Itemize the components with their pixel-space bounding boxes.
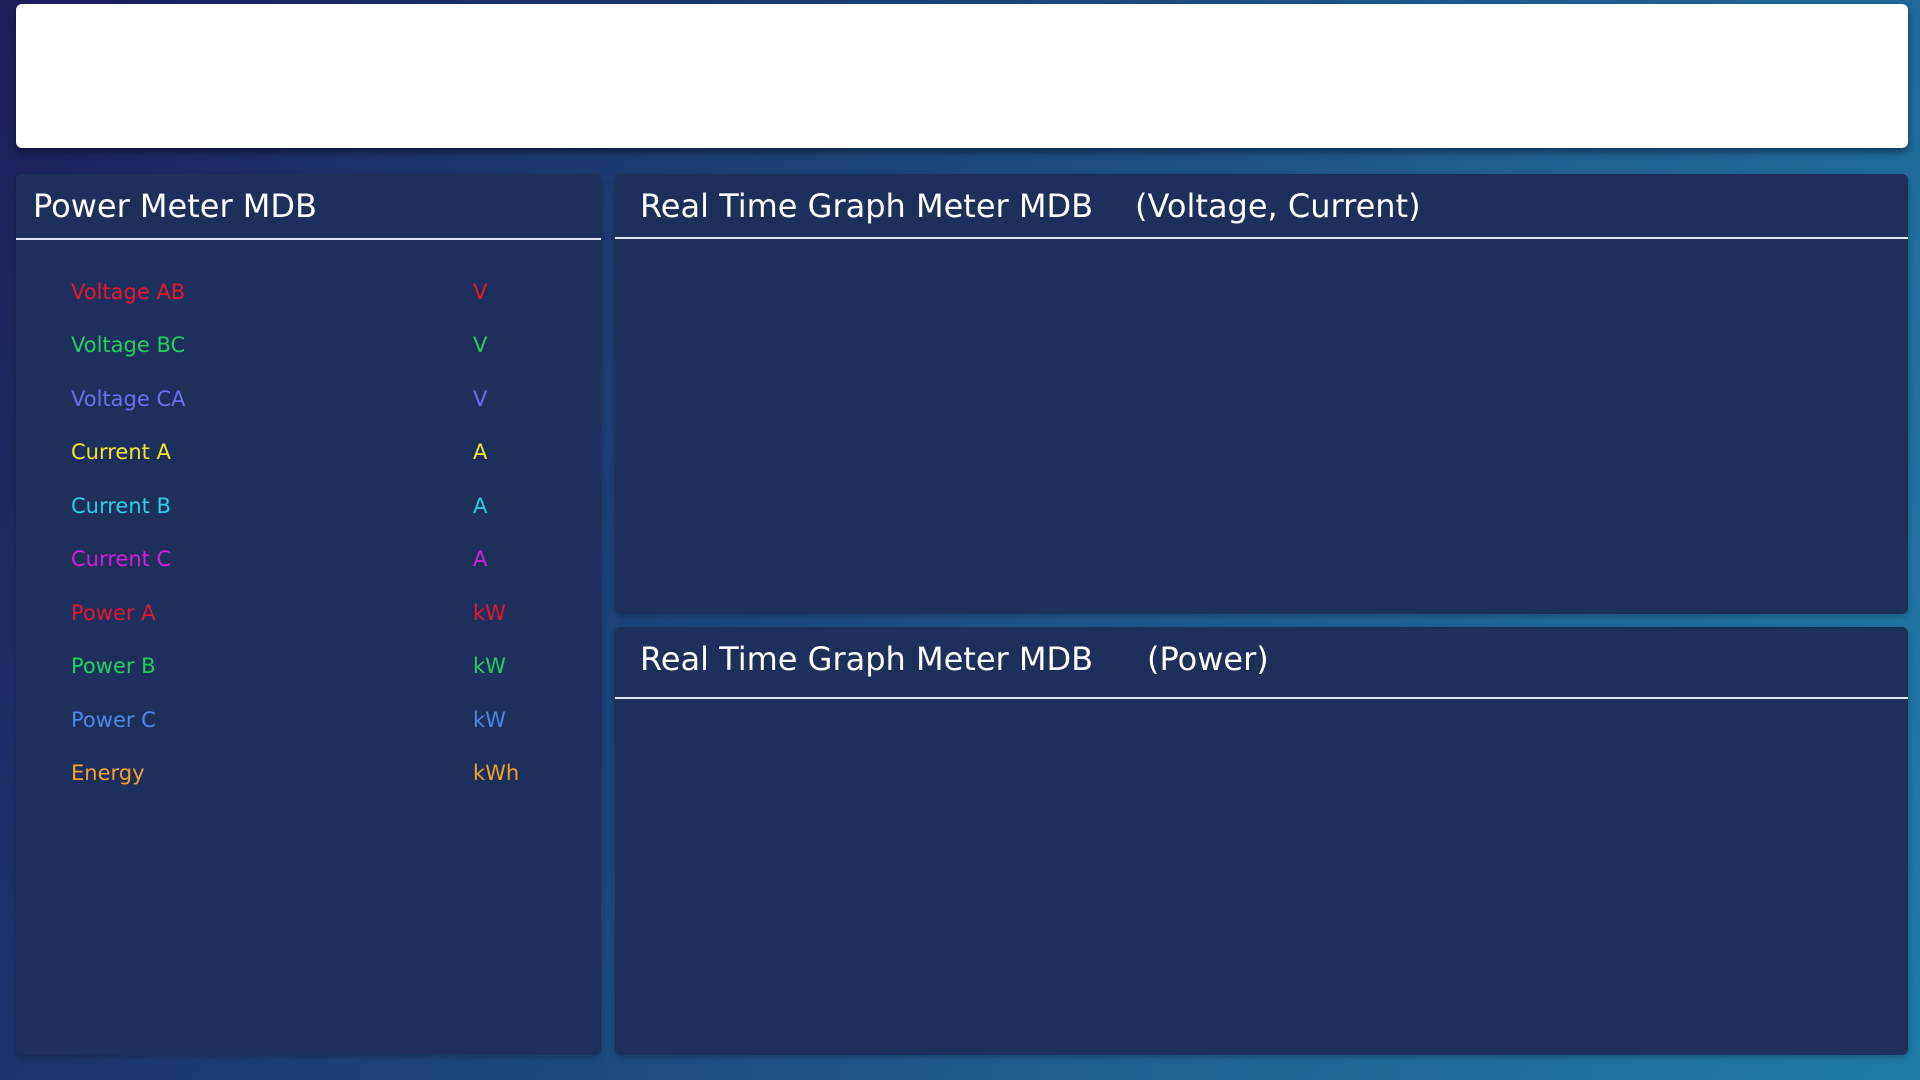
meter-unit: V [473, 386, 488, 411]
meter-row-energy: Energy kWh [71, 747, 571, 801]
meter-label: Current C [71, 547, 172, 572]
power-meter-title: Power Meter MDB [33, 187, 317, 225]
panel-divider [615, 237, 1908, 239]
meter-label: Power A [71, 600, 156, 625]
meter-label: Current B [71, 493, 171, 518]
meter-unit: V [473, 279, 488, 304]
meter-row-power-c: Power C kW [71, 693, 571, 747]
graph-panel-title: Real Time Graph Meter MDB (Voltage, Curre… [640, 174, 1421, 238]
graph-title-text: Real Time Graph Meter MDB [640, 640, 1094, 678]
meter-unit: V [473, 333, 488, 358]
meter-label: Power B [71, 654, 156, 679]
graph-title-text: Real Time Graph Meter MDB [640, 187, 1094, 225]
meter-unit: kW [473, 654, 506, 679]
meter-row-current-c: Current C A [71, 533, 571, 587]
meter-label: Voltage CA [71, 386, 186, 411]
graph-panel-voltage-current: Real Time Graph Meter MDB (Voltage, Curre… [615, 174, 1908, 614]
meter-row-voltage-ab: Voltage AB V [71, 265, 571, 319]
meter-label: Voltage BC [71, 333, 186, 358]
meter-unit: kWh [473, 761, 520, 786]
meter-row-current-a: Current A A [71, 426, 571, 480]
graph-panel-power: Real Time Graph Meter MDB (Power) [615, 627, 1908, 1055]
meter-label: Current A [71, 440, 171, 465]
graph-area-power[interactable] [615, 700, 1908, 1055]
meter-unit: kW [473, 707, 506, 732]
meter-readings-list: Voltage AB V Voltage BC V Voltage CA V C… [71, 265, 571, 800]
meter-row-power-b: Power B kW [71, 640, 571, 694]
meter-row-current-b: Current B A [71, 479, 571, 533]
graph-panel-title: Real Time Graph Meter MDB (Power) [640, 627, 1269, 691]
power-meter-panel: Power Meter MDB Voltage AB V Voltage BC … [16, 174, 601, 1055]
meter-label: Voltage AB [71, 279, 186, 304]
meter-row-power-a: Power A kW [71, 586, 571, 640]
meter-unit: A [473, 440, 488, 465]
graph-subtitle-text: (Power) [1147, 640, 1269, 678]
panel-divider [615, 697, 1908, 699]
meter-label: Energy [71, 761, 145, 786]
meter-row-voltage-ca: Voltage CA V [71, 372, 571, 426]
header-bar [16, 4, 1908, 148]
panel-divider [16, 238, 601, 240]
graph-area-voltage-current[interactable] [615, 240, 1908, 614]
graph-subtitle-text: (Voltage, Current) [1135, 187, 1421, 225]
meter-unit: kW [473, 600, 506, 625]
meter-row-voltage-bc: Voltage BC V [71, 319, 571, 373]
meter-label: Power C [71, 707, 156, 732]
meter-unit: A [473, 547, 488, 572]
meter-unit: A [473, 493, 488, 518]
